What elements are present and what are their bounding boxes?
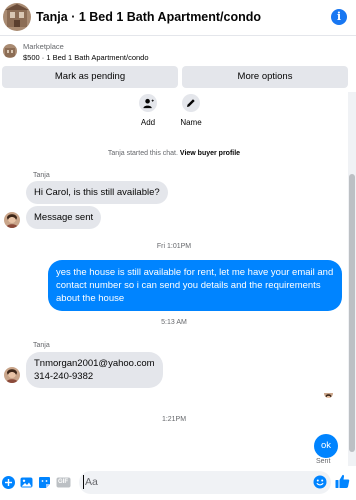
gif-label: GIF bbox=[58, 479, 68, 485]
read-receipt-avatar bbox=[324, 389, 333, 398]
chat-started-notice: Tanja started this chat. View buyer prof… bbox=[0, 150, 348, 157]
outgoing-message[interactable]: ok bbox=[314, 434, 338, 458]
message-placeholder: Aa bbox=[85, 476, 98, 488]
avatar[interactable] bbox=[4, 212, 20, 228]
message-input[interactable]: Aa bbox=[79, 471, 331, 494]
mark-as-pending-button[interactable]: Mark as pending bbox=[2, 66, 178, 88]
listing-thumbnail[interactable] bbox=[3, 3, 31, 31]
incoming-message[interactable]: Hi Carol, is this still available? bbox=[26, 181, 168, 204]
phone-text: 314-240-9382 bbox=[34, 371, 94, 382]
scrollbar-thumb[interactable] bbox=[349, 174, 355, 452]
chat-title[interactable]: Tanja · 1 Bed 1 Bath Apartment/condo bbox=[36, 10, 261, 24]
add-action[interactable]: Add bbox=[128, 94, 168, 127]
timestamp: 5:13 AM bbox=[161, 319, 187, 326]
chat-header: Tanja · 1 Bed 1 Bath Apartment/condo i bbox=[0, 0, 356, 36]
info-icon[interactable]: i bbox=[331, 9, 347, 25]
listing-small-thumbnail[interactable] bbox=[3, 44, 17, 58]
sticker-icon[interactable] bbox=[38, 476, 51, 489]
view-buyer-profile-link[interactable]: View buyer profile bbox=[180, 150, 240, 157]
timestamp: Fri 1:01PM bbox=[156, 243, 192, 250]
sender-name: Tanja bbox=[33, 342, 50, 349]
timestamp: 1:21PM bbox=[161, 416, 187, 423]
image-icon[interactable] bbox=[20, 476, 33, 489]
listing-source: Marketplace bbox=[23, 42, 64, 51]
gif-icon[interactable]: GIF bbox=[56, 476, 71, 489]
name-action[interactable]: Name bbox=[171, 94, 211, 127]
avatar[interactable] bbox=[4, 367, 20, 383]
emoji-icon[interactable] bbox=[313, 475, 327, 494]
thumbs-up-icon[interactable] bbox=[335, 474, 350, 489]
add-person-icon bbox=[139, 94, 157, 112]
scrollbar[interactable] bbox=[348, 92, 356, 466]
listing-price-title[interactable]: $500 · 1 Bed 1 Bath Apartment/condo bbox=[23, 53, 149, 62]
name-label: Name bbox=[180, 118, 202, 127]
more-options-button[interactable]: More options bbox=[182, 66, 348, 88]
incoming-message[interactable]: Tnmorgan2001@yahoo.com 314-240-9382 bbox=[26, 352, 163, 388]
message-status: Sent bbox=[316, 458, 331, 465]
pencil-icon bbox=[182, 94, 200, 112]
message-composer: GIF Aa bbox=[0, 466, 356, 500]
add-label: Add bbox=[140, 118, 156, 127]
message-list[interactable]: Add Name Tanja started this chat. View b… bbox=[0, 92, 356, 466]
incoming-message[interactable]: Message sent bbox=[26, 206, 102, 229]
outgoing-message[interactable]: yes the house is still available for ren… bbox=[48, 260, 342, 311]
sender-name: Tanja bbox=[33, 172, 50, 179]
email-text: Tnmorgan2001@yahoo.com bbox=[34, 358, 155, 369]
chat-started-text: Tanja started this chat. bbox=[107, 150, 178, 157]
text-caret bbox=[83, 475, 84, 489]
plus-icon[interactable] bbox=[2, 476, 15, 489]
